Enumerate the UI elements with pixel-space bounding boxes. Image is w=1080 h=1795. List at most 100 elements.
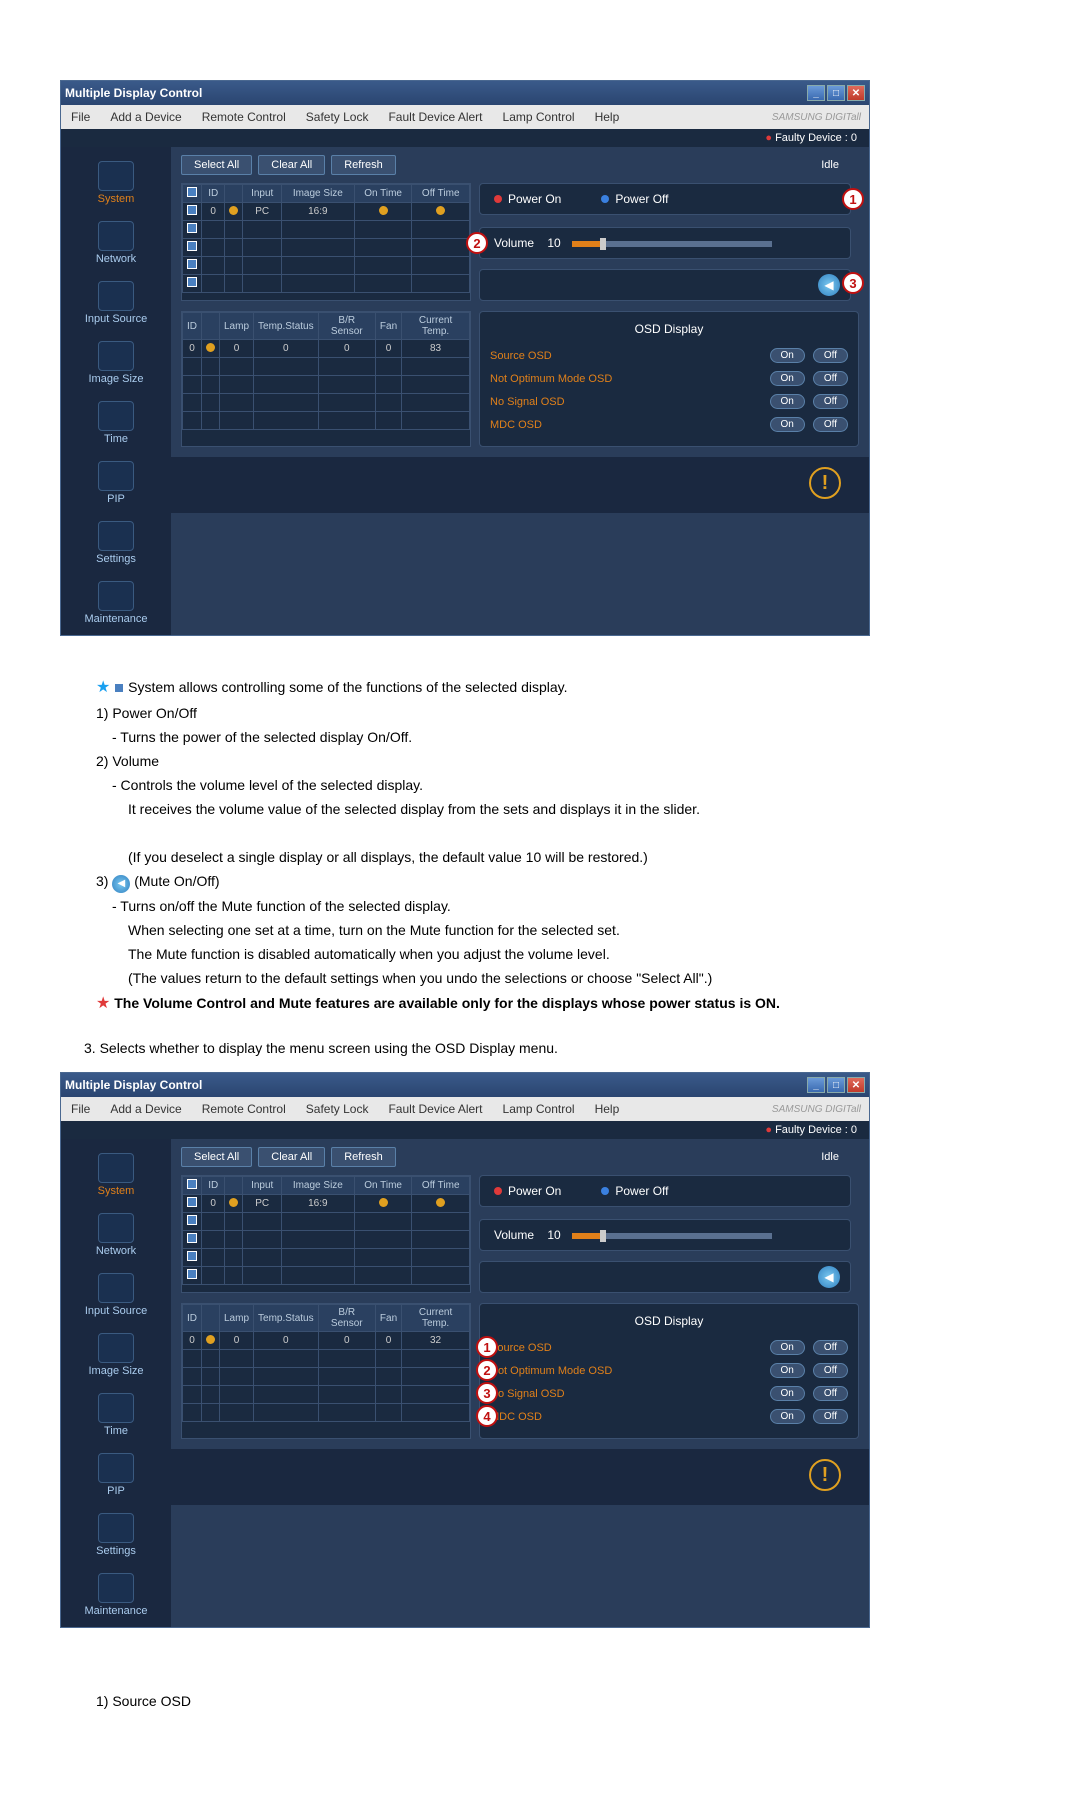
osd-on-button[interactable]: On (770, 1363, 805, 1378)
table-row[interactable] (183, 221, 470, 239)
table-row[interactable] (183, 412, 470, 430)
slider-thumb[interactable] (600, 238, 606, 250)
close-button[interactable]: ✕ (847, 1077, 865, 1093)
osd-off-button[interactable]: Off (813, 1363, 848, 1378)
info-icon[interactable]: ! (809, 467, 841, 499)
table-row[interactable] (183, 376, 470, 394)
table-row[interactable] (183, 1267, 470, 1285)
menu-safety-lock[interactable]: Safety Lock (296, 1102, 379, 1116)
sidebar-item-maintenance[interactable]: Maintenance (61, 1567, 171, 1627)
osd-on-button[interactable]: On (770, 1386, 805, 1401)
menu-file[interactable]: File (61, 1102, 100, 1116)
volume-slider[interactable] (572, 1233, 772, 1239)
table-row[interactable] (183, 1350, 470, 1368)
row-checkbox[interactable] (187, 1197, 197, 1207)
row-checkbox[interactable] (187, 259, 197, 269)
osd-on-button[interactable]: On (770, 371, 805, 386)
menu-safety-lock[interactable]: Safety Lock (296, 110, 379, 124)
refresh-button[interactable]: Refresh (331, 1147, 396, 1167)
minimize-button[interactable]: _ (807, 85, 825, 101)
table-row[interactable] (183, 1386, 470, 1404)
menu-add-device[interactable]: Add a Device (100, 110, 191, 124)
power-off-button[interactable]: Power Off (601, 192, 668, 206)
menu-fault-alert[interactable]: Fault Device Alert (378, 110, 492, 124)
select-all-button[interactable]: Select All (181, 1147, 252, 1167)
osd-off-button[interactable]: Off (813, 371, 848, 386)
row-checkbox[interactable] (187, 205, 197, 215)
table-row[interactable] (183, 239, 470, 257)
osd-off-button[interactable]: Off (813, 1386, 848, 1401)
header-checkbox[interactable] (187, 187, 197, 197)
maximize-button[interactable]: □ (827, 85, 845, 101)
row-checkbox[interactable] (187, 223, 197, 233)
menu-remote-control[interactable]: Remote Control (192, 110, 296, 124)
sidebar-item-settings[interactable]: Settings (61, 1507, 171, 1567)
sidebar-item-maintenance[interactable]: Maintenance (61, 575, 171, 635)
table-row[interactable] (183, 394, 470, 412)
minimize-button[interactable]: _ (807, 1077, 825, 1093)
row-checkbox[interactable] (187, 1215, 197, 1225)
row-checkbox[interactable] (187, 277, 197, 287)
power-on-button[interactable]: Power On (494, 192, 561, 206)
slider-thumb[interactable] (600, 1230, 606, 1242)
osd-on-button[interactable]: On (770, 348, 805, 363)
table-row[interactable]: 0 0 0 0 0 83 (183, 340, 470, 358)
sidebar-item-image-size[interactable]: Image Size (61, 1327, 171, 1387)
mute-icon[interactable]: ◀ (818, 274, 840, 296)
menu-help[interactable]: Help (585, 110, 630, 124)
osd-on-button[interactable]: On (770, 394, 805, 409)
maximize-button[interactable]: □ (827, 1077, 845, 1093)
table-row[interactable] (183, 358, 470, 376)
power-on-button[interactable]: Power On (494, 1184, 561, 1198)
osd-on-button[interactable]: On (770, 417, 805, 432)
table-row[interactable] (183, 1213, 470, 1231)
sidebar-item-network[interactable]: Network (61, 215, 171, 275)
sidebar-item-system[interactable]: System (61, 1147, 171, 1207)
clear-all-button[interactable]: Clear All (258, 1147, 325, 1167)
sidebar-item-network[interactable]: Network (61, 1207, 171, 1267)
osd-on-button[interactable]: On (770, 1409, 805, 1424)
menu-add-device[interactable]: Add a Device (100, 1102, 191, 1116)
sidebar-item-input-source[interactable]: Input Source (61, 1267, 171, 1327)
clear-all-button[interactable]: Clear All (258, 155, 325, 175)
table-row[interactable]: 0 PC 16:9 (183, 1195, 470, 1213)
osd-off-button[interactable]: Off (813, 394, 848, 409)
osd-off-button[interactable]: Off (813, 417, 848, 432)
close-button[interactable]: ✕ (847, 85, 865, 101)
table-row[interactable] (183, 1249, 470, 1267)
table-row[interactable] (183, 257, 470, 275)
menu-remote-control[interactable]: Remote Control (192, 1102, 296, 1116)
row-checkbox[interactable] (187, 1251, 197, 1261)
row-checkbox[interactable] (187, 1269, 197, 1279)
table-row[interactable] (183, 1368, 470, 1386)
row-checkbox[interactable] (187, 241, 197, 251)
table-row[interactable] (183, 275, 470, 293)
sidebar-item-input-source[interactable]: Input Source (61, 275, 171, 335)
volume-slider[interactable] (572, 241, 772, 247)
sidebar-item-pip[interactable]: PIP (61, 455, 171, 515)
table-row[interactable]: 0 0 0 0 0 32 (183, 1332, 470, 1350)
col-check[interactable] (183, 185, 202, 203)
osd-off-button[interactable]: Off (813, 1409, 848, 1424)
osd-off-button[interactable]: Off (813, 1340, 848, 1355)
header-checkbox[interactable] (187, 1179, 197, 1189)
sidebar-item-system[interactable]: System (61, 155, 171, 215)
sidebar-item-pip[interactable]: PIP (61, 1447, 171, 1507)
row-checkbox[interactable] (187, 1233, 197, 1243)
sidebar-item-time[interactable]: Time (61, 395, 171, 455)
osd-off-button[interactable]: Off (813, 348, 848, 363)
sidebar-item-time[interactable]: Time (61, 1387, 171, 1447)
table-row[interactable]: 0 PC 16:9 (183, 203, 470, 221)
menu-file[interactable]: File (61, 110, 100, 124)
select-all-button[interactable]: Select All (181, 155, 252, 175)
sidebar-item-image-size[interactable]: Image Size (61, 335, 171, 395)
menu-help[interactable]: Help (585, 1102, 630, 1116)
menu-lamp-control[interactable]: Lamp Control (493, 110, 585, 124)
info-icon[interactable]: ! (809, 1459, 841, 1491)
sidebar-item-settings[interactable]: Settings (61, 515, 171, 575)
table-row[interactable] (183, 1231, 470, 1249)
power-off-button[interactable]: Power Off (601, 1184, 668, 1198)
refresh-button[interactable]: Refresh (331, 155, 396, 175)
mute-icon[interactable]: ◀ (818, 1266, 840, 1288)
osd-on-button[interactable]: On (770, 1340, 805, 1355)
